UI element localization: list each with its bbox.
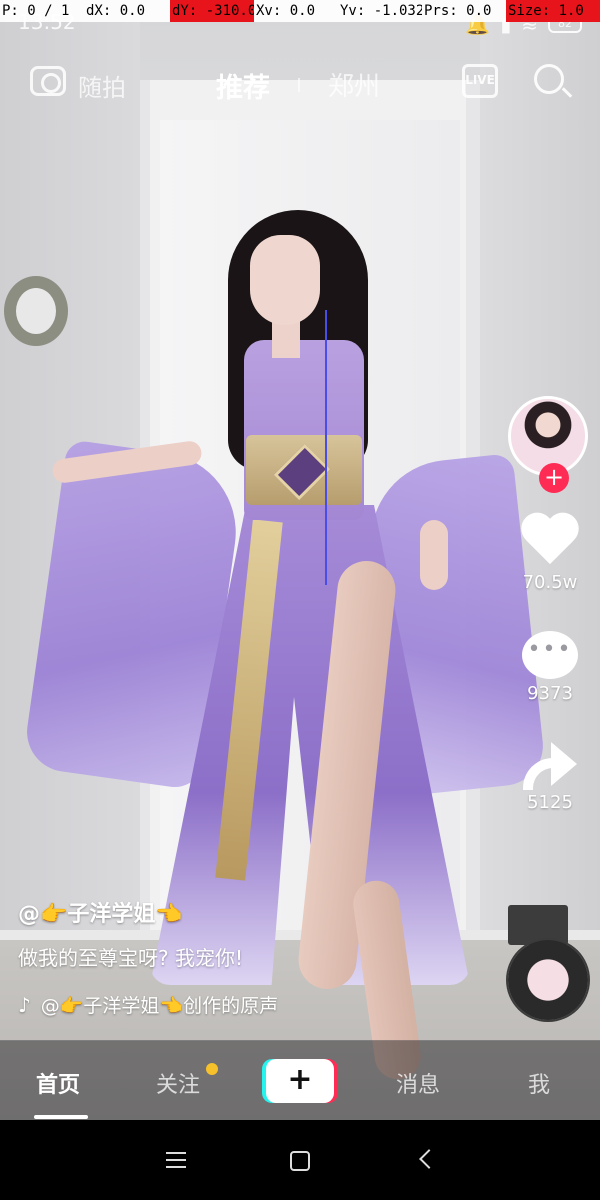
music-note-icon: ♪ bbox=[18, 992, 31, 1017]
debug-dy: dY: -310.0 bbox=[170, 0, 254, 22]
share-count: 5125 bbox=[527, 792, 573, 813]
debug-xv: Xv: 0.0 bbox=[254, 0, 338, 22]
notification-dot bbox=[206, 1063, 218, 1075]
like-action[interactable]: 70.5w bbox=[506, 514, 594, 593]
music-disc[interactable] bbox=[508, 940, 588, 1020]
debug-yv: Yv: -1.032 bbox=[338, 0, 422, 22]
search-icon[interactable] bbox=[534, 64, 564, 94]
dancer-face bbox=[250, 235, 320, 325]
tab-recommend[interactable]: 推荐 bbox=[216, 66, 270, 105]
share-action[interactable]: 5125 bbox=[506, 742, 594, 813]
debug-dx: dX: 0.0 bbox=[84, 0, 170, 22]
music-title[interactable]: @👉子洋学姐👈创作的原声 bbox=[41, 991, 278, 1018]
video-description: 做我的至尊宝呀? 我宠你! bbox=[18, 946, 243, 970]
touch-trace-line bbox=[325, 310, 327, 585]
video-caption: @👉子洋学姐👈 做我的至尊宝呀? 我宠你! ♪ @👉子洋学姐👈创作的原声 bbox=[18, 896, 478, 1018]
menu-icon[interactable] bbox=[166, 1152, 186, 1168]
debug-pointer: P: 0 / 1 bbox=[0, 0, 84, 22]
follow-plus-button[interactable]: + bbox=[539, 463, 569, 493]
active-tab-indicator bbox=[34, 1115, 88, 1119]
heart-icon[interactable] bbox=[520, 514, 580, 568]
tab-messages[interactable]: 消息 bbox=[396, 1067, 440, 1099]
bottom-tab-bar: 首页 关注 + 消息 我 bbox=[0, 1040, 600, 1120]
tab-following[interactable]: 关注 bbox=[156, 1067, 200, 1099]
comment-count: 9373 bbox=[527, 683, 573, 704]
wall-wreath bbox=[4, 276, 68, 346]
debug-prs: Prs: 0.0 bbox=[422, 0, 506, 22]
back-icon[interactable] bbox=[419, 1149, 439, 1169]
tab-city[interactable]: 郑州 bbox=[328, 66, 380, 103]
comment-icon[interactable] bbox=[522, 631, 578, 679]
tab-me[interactable]: 我 bbox=[528, 1067, 550, 1099]
top-navigation: 随拍 推荐 郑州 LIVE bbox=[0, 60, 600, 110]
comment-action[interactable]: 9373 bbox=[506, 631, 594, 704]
system-navigation-bar bbox=[0, 1120, 600, 1200]
like-count: 70.5w bbox=[522, 572, 578, 593]
creator-avatar[interactable]: + bbox=[508, 396, 588, 493]
home-icon[interactable] bbox=[290, 1151, 310, 1171]
tab-random-shoot[interactable]: 随拍 bbox=[78, 68, 126, 103]
live-icon[interactable]: LIVE bbox=[462, 64, 498, 98]
music-info[interactable]: ♪ @👉子洋学姐👈创作的原声 bbox=[18, 991, 318, 1018]
tab-home[interactable]: 首页 bbox=[36, 1067, 80, 1099]
share-icon[interactable] bbox=[521, 742, 579, 790]
pointer-debug-bar: P: 0 / 1 dX: 0.0 dY: -310.0 Xv: 0.0 Yv: … bbox=[0, 0, 600, 22]
camera-icon[interactable] bbox=[30, 66, 66, 96]
author-name[interactable]: @👉子洋学姐👈 bbox=[18, 896, 478, 928]
nav-divider bbox=[298, 78, 300, 92]
speaker bbox=[508, 905, 568, 945]
dancer-arm-right bbox=[420, 520, 448, 590]
create-video-button[interactable]: + bbox=[266, 1059, 334, 1103]
debug-size: Size: 1.0 bbox=[506, 0, 600, 22]
action-column: + 70.5w 9373 5125 bbox=[506, 396, 594, 813]
